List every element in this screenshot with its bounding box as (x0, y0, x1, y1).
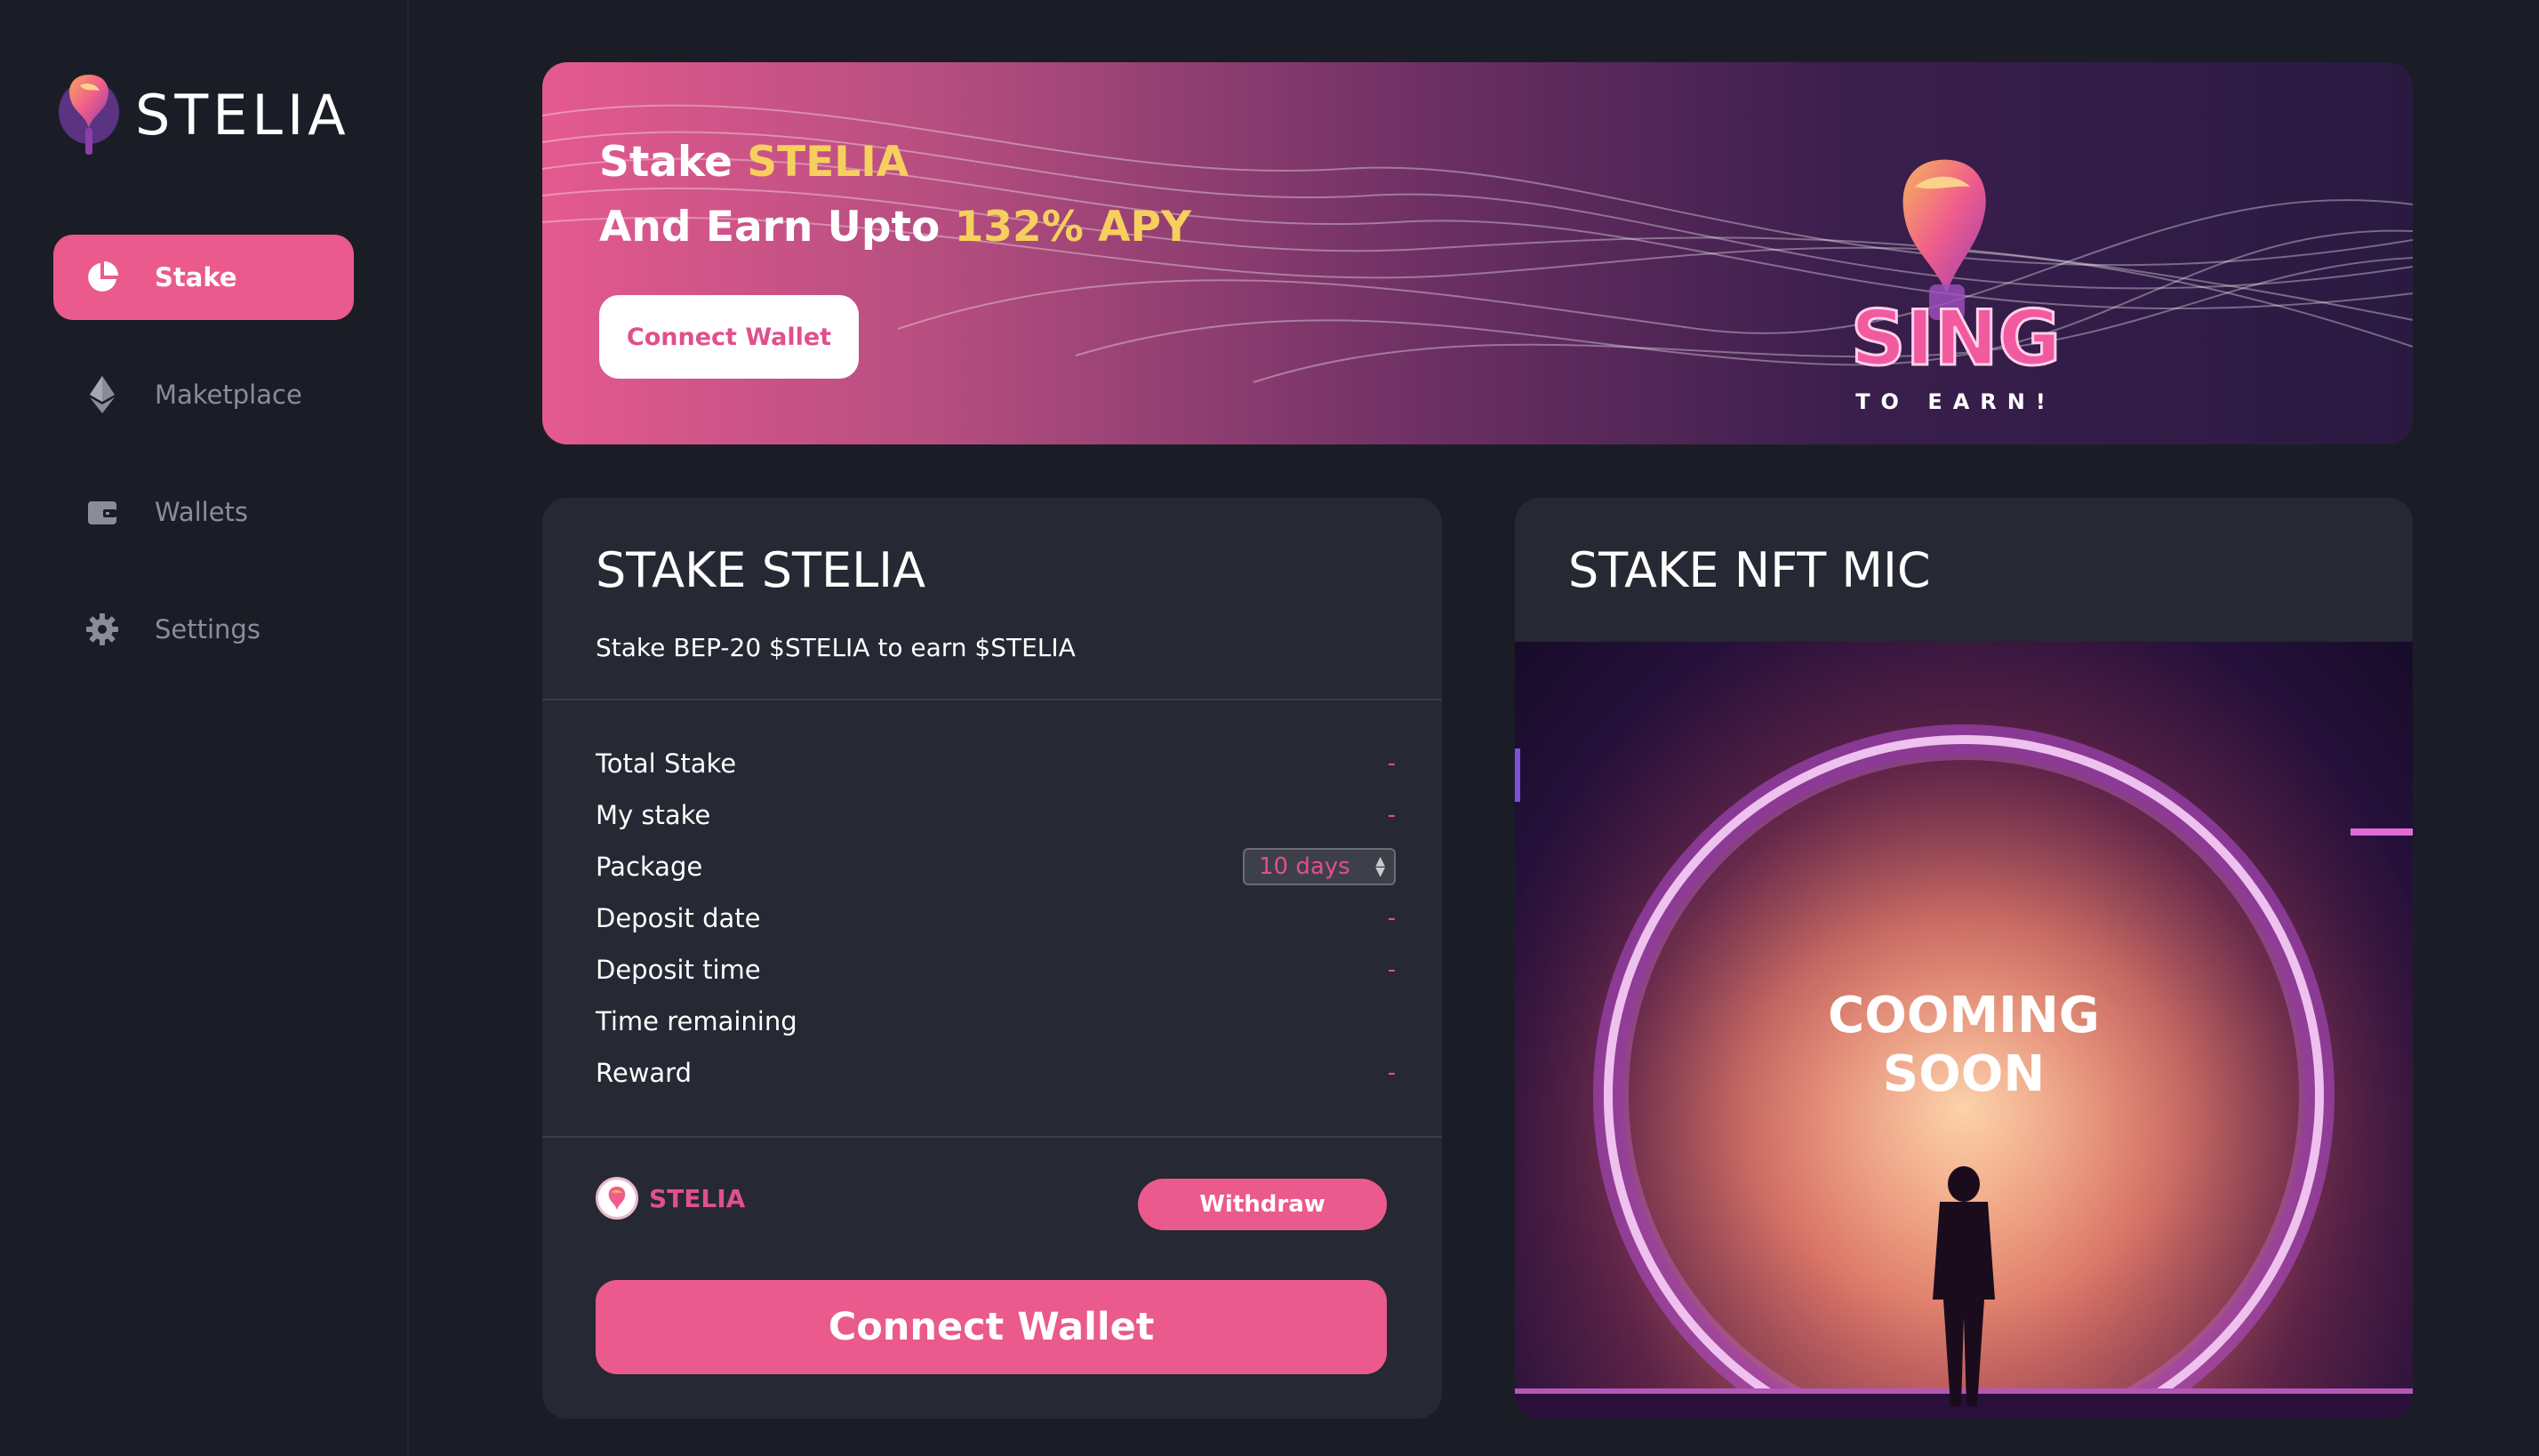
coming-soon-portal-image: COOMING SOON (1515, 642, 2413, 1419)
sidebar-item-wallets[interactable]: Wallets (53, 469, 354, 555)
banner-line-1-text: Stake (599, 138, 748, 187)
banner-connect-wallet-button[interactable]: Connect Wallet (599, 295, 859, 379)
info-label: Deposit date (596, 903, 761, 933)
promo-banner: Stake STELIA And Earn Upto 132% APY Conn… (542, 62, 2413, 444)
banner-line-1: Stake STELIA (599, 130, 1191, 195)
stake-info-list: Total Stake - My stake - Package 10 days… (596, 738, 1396, 1099)
info-row-my-stake: My stake - (596, 789, 1396, 841)
divider (542, 1136, 1442, 1138)
ethereum-icon (84, 376, 121, 413)
info-value: - (1387, 956, 1396, 983)
sing-art-text: SING (1851, 294, 2062, 383)
coming-soon-line-1: COOMING (1828, 987, 2100, 1044)
stake-stelia-card: STAKE STELIA Stake BEP-20 $STELIA to ear… (542, 498, 1442, 1419)
package-select-value: 10 days (1259, 853, 1350, 880)
sidebar-item-label: Wallets (155, 497, 249, 527)
sidebar-item-settings[interactable]: Settings (53, 587, 354, 672)
banner-line-2-text: And Earn Upto (599, 203, 955, 252)
info-label: My stake (596, 800, 711, 830)
info-label: Time remaining (596, 1006, 797, 1036)
select-arrows-icon: ▲ ▼ (1375, 854, 1385, 879)
coming-soon-text: COOMING SOON (1515, 987, 2413, 1104)
brand-logo[interactable]: STELIA (53, 66, 350, 164)
nft-card-title: STAKE NFT MIC (1568, 542, 1931, 598)
info-value: - (1387, 1060, 1396, 1086)
sidebar-item-label: Stake (155, 262, 237, 292)
stake-card-subtitle: Stake BEP-20 $STELIA to earn $STELIA (596, 633, 1076, 662)
sidebar-item-maketplace[interactable]: Maketplace (53, 352, 354, 437)
sidebar: STELIA Stake Maketplace Wallets Settings (0, 0, 409, 1456)
connect-wallet-button[interactable]: Connect Wallet (596, 1280, 1387, 1374)
microphone-logo-icon (59, 75, 119, 155)
banner-token-highlight: STELIA (747, 138, 909, 187)
info-value: - (1387, 750, 1396, 777)
info-row-deposit-date: Deposit date - (596, 892, 1396, 944)
pie-chart-icon (84, 259, 121, 296)
sidebar-item-label: Settings (155, 614, 260, 644)
stake-card-title: STAKE STELIA (596, 542, 926, 598)
sidebar-item-label: Maketplace (155, 380, 302, 410)
info-label: Reward (596, 1058, 692, 1088)
brand-name: STELIA (135, 82, 350, 148)
banner-apy-highlight: 132% APY (954, 203, 1192, 252)
info-value: - (1387, 905, 1396, 932)
token-label: STELIA (596, 1177, 745, 1220)
withdraw-button[interactable]: Withdraw (1138, 1179, 1387, 1230)
gear-icon (84, 611, 121, 648)
info-label: Package (596, 852, 703, 882)
sing-to-earn-logo-icon: SING TO EARN! (1849, 159, 2062, 414)
sidebar-item-stake[interactable]: Stake (53, 235, 354, 320)
info-value: - (1387, 802, 1396, 828)
info-row-package: Package 10 days ▲ ▼ (596, 841, 1396, 892)
sing-art-subtext: TO EARN! (1855, 389, 2056, 414)
info-label: Deposit time (596, 955, 761, 985)
banner-headline: Stake STELIA And Earn Upto 132% APY (599, 130, 1191, 260)
sidebar-nav: Stake Maketplace Wallets Settings (53, 235, 354, 704)
package-select[interactable]: 10 days ▲ ▼ (1243, 848, 1396, 885)
info-row-reward: Reward - (596, 1047, 1396, 1099)
info-label: Total Stake (596, 748, 737, 779)
info-row-total-stake: Total Stake - (596, 738, 1396, 789)
stelia-token-icon (596, 1177, 638, 1220)
wallet-icon (84, 493, 121, 531)
info-row-deposit-time: Deposit time - (596, 944, 1396, 996)
stake-nft-mic-card: STAKE NFT MIC COOMING SOON (1515, 498, 2413, 1419)
coming-soon-line-2: SOON (1882, 1045, 2046, 1103)
info-row-time-remaining: Time remaining (596, 996, 1396, 1047)
divider (542, 699, 1442, 700)
token-name: STELIA (649, 1183, 746, 1213)
banner-line-2: And Earn Upto 132% APY (599, 195, 1191, 260)
